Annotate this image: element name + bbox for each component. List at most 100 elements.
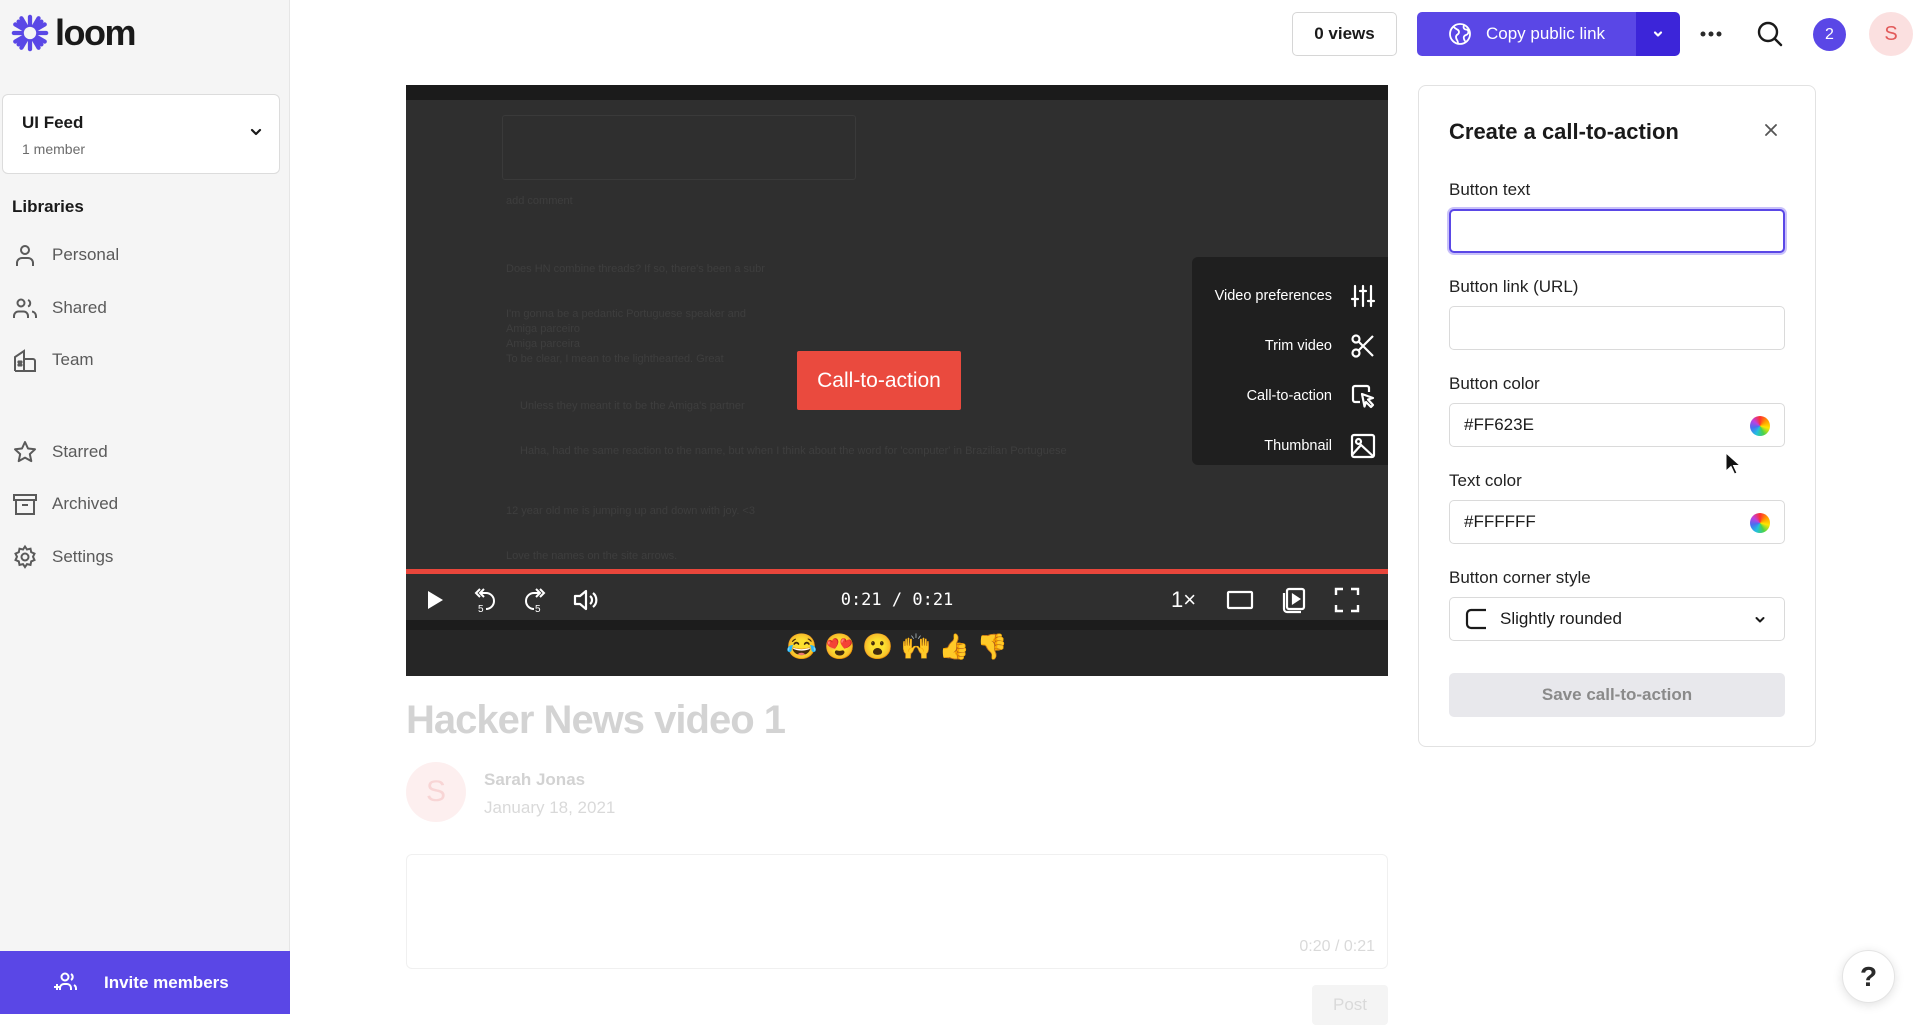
volume-button[interactable] xyxy=(572,587,600,613)
playback-speed-button[interactable]: 1× xyxy=(1171,587,1196,613)
sidebar-item-starred[interactable]: Starred xyxy=(12,438,108,466)
color-wheel-icon[interactable] xyxy=(1750,513,1770,533)
fullscreen-icon xyxy=(1334,587,1360,613)
ghost-add-comment: add comment xyxy=(506,195,573,207)
sliders-icon xyxy=(1350,284,1376,308)
video-date: January 18, 2021 xyxy=(484,798,616,817)
play-button[interactable] xyxy=(424,588,446,612)
rewind-5-icon: 5 xyxy=(474,588,495,614)
sidebar-item-label: Settings xyxy=(52,547,114,566)
forward-5-icon: 5 xyxy=(525,588,546,614)
logo-text: loom xyxy=(55,12,137,53)
reaction-thumbs-down[interactable]: 👎 xyxy=(977,633,1008,662)
sidebar-item-archived[interactable]: Archived xyxy=(12,490,118,518)
search-button[interactable] xyxy=(1754,18,1786,50)
libraries-heading: Libraries xyxy=(12,197,84,216)
save-cta-button[interactable]: Save call-to-action xyxy=(1449,673,1785,717)
views-button[interactable]: 0 views xyxy=(1292,12,1397,56)
sidebar-item-label: Archived xyxy=(52,494,119,513)
notifications-badge[interactable]: 2 xyxy=(1813,18,1846,51)
chevron-down-icon xyxy=(1653,31,1663,37)
help-button[interactable]: ? xyxy=(1842,950,1895,1003)
cursor-box-icon xyxy=(1351,384,1375,409)
reaction-laugh[interactable]: 😂 xyxy=(786,633,817,662)
sidebar-item-label: Starred xyxy=(52,442,108,461)
workspace-switcher[interactable]: UI Feed 1 member xyxy=(2,94,280,174)
sidebar-item-label: Shared xyxy=(52,298,107,317)
workspace-members: 1 member xyxy=(22,141,86,157)
forward-5-button[interactable]: 5 xyxy=(522,586,548,614)
tool-label: Thumbnail xyxy=(1264,438,1332,454)
reaction-heart-eyes[interactable]: 😍 xyxy=(824,633,855,662)
picture-in-picture-button[interactable] xyxy=(1281,586,1307,614)
button-link-input[interactable] xyxy=(1449,306,1785,350)
volume-icon xyxy=(573,589,598,611)
cta-panel: Create a call-to-action Button text Butt… xyxy=(1418,85,1816,747)
reaction-surprised[interactable]: 😮 xyxy=(862,633,893,662)
gear-icon xyxy=(14,544,36,569)
button-color-label: Button color xyxy=(1449,374,1540,393)
button-color-input[interactable]: #FF623E xyxy=(1449,403,1785,447)
ghost-line: Love the names on the site arrows. xyxy=(506,550,678,562)
corner-style-value: Slightly rounded xyxy=(1500,609,1622,628)
corner-style-select[interactable]: Slightly rounded xyxy=(1449,597,1785,641)
video-tools-menu: Video preferences Trim video Call-to-act… xyxy=(1192,257,1388,465)
reaction-raised-hands[interactable]: 🙌 xyxy=(901,633,932,662)
button-text-label: Button text xyxy=(1449,180,1531,199)
cta-preview-button[interactable]: Call-to-action xyxy=(797,351,961,410)
reaction-thumbs-up[interactable]: 👍 xyxy=(939,633,970,662)
thumbnail-button[interactable]: Thumbnail xyxy=(1192,421,1388,471)
copy-public-link-button[interactable]: Copy public link xyxy=(1417,12,1636,56)
globe-icon xyxy=(1449,23,1471,45)
tool-label: Call-to-action xyxy=(1246,388,1332,404)
ghost-line: To be clear, I mean to the lighthearted.… xyxy=(506,353,724,365)
sidebar-item-shared[interactable]: Shared xyxy=(12,294,107,322)
sidebar-item-label: Personal xyxy=(52,245,120,264)
loom-logo[interactable]: loom xyxy=(11,12,137,54)
sidebar-item-personal[interactable]: Personal xyxy=(12,241,119,269)
fullscreen-button[interactable] xyxy=(1334,586,1360,614)
video-preferences-button[interactable]: Video preferences xyxy=(1192,271,1388,321)
close-button[interactable] xyxy=(1763,122,1779,143)
sidebar-item-team[interactable]: Team xyxy=(12,346,94,374)
call-to-action-button[interactable]: Call-to-action xyxy=(1192,371,1388,421)
ellipsis-icon xyxy=(1700,31,1722,37)
comment-input[interactable]: 0:20 / 0:21 xyxy=(406,854,1388,969)
ghost-line: Haha, had the same reaction to the name,… xyxy=(520,445,1067,457)
theater-mode-button[interactable] xyxy=(1226,588,1254,612)
video-player[interactable]: add comment Does HN combine threads? If … xyxy=(406,85,1388,676)
author-avatar: S xyxy=(406,762,466,822)
corner-style-label: Button corner style xyxy=(1449,568,1591,587)
add-people-icon xyxy=(54,972,78,990)
button-text-input[interactable] xyxy=(1449,209,1785,253)
star-icon xyxy=(14,441,36,463)
invite-members-button[interactable]: Invite members xyxy=(0,951,290,1014)
people-icon xyxy=(13,298,38,318)
color-wheel-icon[interactable] xyxy=(1750,416,1770,436)
sidebar-item-settings[interactable]: Settings xyxy=(12,543,113,571)
workspace-name: UI Feed xyxy=(22,113,84,132)
tool-label: Video preferences xyxy=(1214,288,1332,304)
sidebar: loom UI Feed 1 member Libraries Personal… xyxy=(0,0,290,1014)
text-color-input[interactable]: #FFFFFF xyxy=(1449,500,1785,544)
user-avatar[interactable]: S xyxy=(1869,12,1913,56)
building-icon xyxy=(14,349,36,372)
rewind-5-button[interactable]: 5 xyxy=(472,586,498,614)
button-link-label: Button link (URL) xyxy=(1449,277,1579,296)
ghost-line: Unless they meant it to be the Amiga's p… xyxy=(520,400,745,412)
more-options-button[interactable] xyxy=(1696,18,1726,50)
post-comment-button[interactable]: Post xyxy=(1312,985,1388,1025)
ghost-line: Amiga parceiro xyxy=(506,323,580,335)
invite-members-label: Invite members xyxy=(104,972,229,992)
person-icon xyxy=(16,245,34,266)
video-title: Hacker News video 1 xyxy=(406,698,786,742)
svg-text:5: 5 xyxy=(535,604,541,614)
ghost-comment-box xyxy=(502,115,856,180)
copy-link-options-button[interactable] xyxy=(1636,12,1680,56)
image-icon xyxy=(1350,433,1376,459)
trim-video-button[interactable]: Trim video xyxy=(1192,321,1388,371)
reactions: 😂 😍 😮 🙌 👍 👎 xyxy=(406,633,1388,662)
video-top-strip xyxy=(406,85,1388,100)
loom-asterisk-icon xyxy=(11,14,49,52)
author-name: Sarah Jonas xyxy=(484,770,586,789)
